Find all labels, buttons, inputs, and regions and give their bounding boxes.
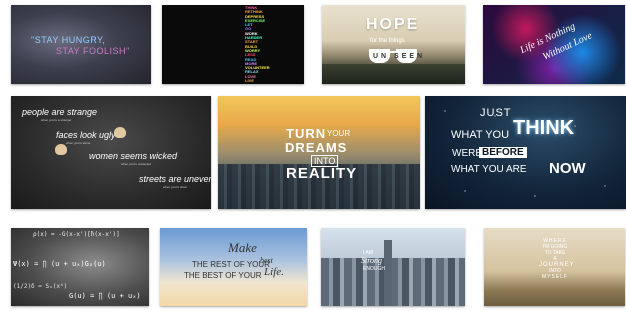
the-rest-text: THE REST OF YOUR (192, 260, 270, 269)
word-list-item: LIVE (245, 78, 254, 84)
what-you-text: WHAT YOU (451, 129, 510, 141)
journey-text-block: WHERE I'M GOING TO TAKE A JOURNEY INTO M… (539, 238, 574, 280)
turn-text: TURN (286, 126, 327, 141)
thumbnail-stay-hungry[interactable]: "STAY HUNGRY, STAY FOOLISH" (11, 5, 151, 84)
your-text: YOUR (327, 129, 351, 138)
life-text: Life. (264, 266, 284, 278)
quote-streets-sub: when you're down (163, 185, 188, 189)
before-badge: BEFORE (479, 147, 527, 158)
journey-line: MYSELF (541, 274, 568, 280)
dreams-text: DREAMS (285, 140, 348, 155)
now-text: NOW (549, 160, 586, 177)
reality-text: REALITY (286, 165, 358, 182)
thumbnail-journey[interactable]: WHERE I'M GOING TO TAKE A JOURNEY INTO M… (484, 228, 625, 306)
what-now-text: WHAT YOU ARE (451, 164, 527, 175)
formula-line-3: (1/2)δ = Sₓ(x⁴) (13, 283, 68, 290)
quote-women: women seems wicked (89, 151, 178, 161)
the-best-text: THE BEST OF YOUR (184, 271, 262, 280)
heart-face-icon (55, 144, 67, 155)
thumbnail-make-rest[interactable]: Make THE REST OF YOUR best THE BEST OF Y… (160, 228, 307, 306)
just-text: JUST (480, 107, 512, 119)
thumbnail-life-love[interactable]: Life is Nothing Without Love (483, 5, 625, 84)
thumbnail-just-think[interactable]: JUST WHAT YOU THINK WERE BEFORE WHAT YOU… (425, 96, 626, 209)
quote-streets: streets are uneven (139, 174, 211, 184)
thumbnail-people-strange[interactable]: people are strange when you're a strange… (11, 96, 211, 209)
quote-line-1: "STAY HUNGRY, (31, 35, 106, 45)
think-text: THINK (513, 117, 575, 139)
quote-women-sub: when you're unwanted (121, 162, 151, 166)
quote-faces: faces look ugly (56, 130, 116, 140)
formula-line-1: ρ(x) = -G(x-x')[ħ(x-x')] (33, 231, 120, 238)
were-text: WERE (452, 148, 482, 159)
thumbnail-turn-dreams[interactable]: TURN YOUR DREAMS INTO REALITY (218, 96, 420, 209)
strong-text: Strong (361, 256, 383, 265)
quote-people-sub: when you're a stranger (41, 118, 72, 122)
enough-text: ENOUGH (363, 266, 385, 272)
thumbnail-strong-enough[interactable]: I AM Strong ENOUGH (321, 228, 465, 306)
hope-title: HOPE (366, 16, 420, 33)
tower-icon (384, 240, 392, 306)
formula-line-2: Ψ(x) = ∏ (u + uₓ)Gₓ(u) (13, 260, 106, 268)
thumbnail-word-list[interactable]: THINK RETHINK DEPRESS EXERCISE LET GO WORK HARD… (162, 5, 304, 84)
make-text: Make (228, 240, 257, 255)
city-buildings (321, 258, 465, 306)
hope-subtitle: for the things (370, 38, 405, 44)
thumbnail-hope-unseen[interactable]: HOPE for the things UN SEEN (322, 5, 465, 84)
mountain-silhouette (322, 64, 465, 84)
thumbnail-formulas[interactable]: ρ(x) = -G(x-x')[ħ(x-x')] Ψ(x) = ∏ (u + u… (11, 228, 149, 306)
quote-line-2: STAY FOOLISH" (56, 46, 130, 56)
word-list: THINK RETHINK DEPRESS EXERCISE LET GO WORK HARD… (245, 5, 304, 84)
formula-line-4: G(u) = ∏ (u + uₓ) (69, 292, 141, 300)
heart-face-icon (114, 127, 126, 138)
quote-people: people are strange (22, 107, 98, 117)
best-text: best (260, 256, 273, 265)
unseen-text: UN SEEN (373, 53, 426, 60)
quote-faces-sub: when you're alone (66, 141, 91, 145)
